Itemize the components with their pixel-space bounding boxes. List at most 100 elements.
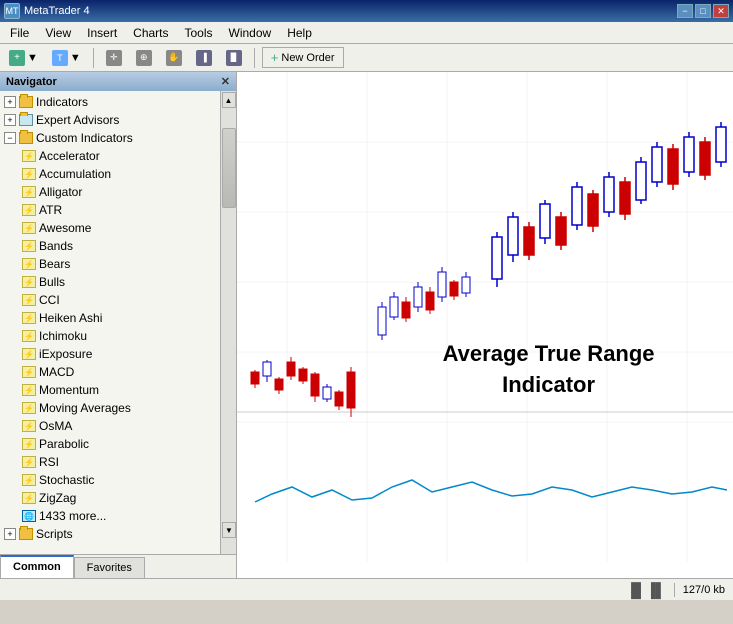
close-button[interactable]: ✕: [713, 4, 729, 18]
app-icon: MT: [4, 3, 20, 19]
atr-icon: ⚡: [22, 204, 36, 216]
toolbar-zoom-btn[interactable]: ⊕: [131, 47, 157, 69]
tree-row-awesome[interactable]: ⚡ Awesome: [0, 219, 236, 237]
expand-indicators-icon[interactable]: +: [4, 96, 16, 108]
crosshair-icon: ✛: [106, 50, 122, 66]
maximize-button[interactable]: □: [695, 4, 711, 18]
ci-folder-icon: [19, 132, 33, 144]
new-order-icon: +: [271, 50, 279, 65]
navigator-tree: + Indicators + Expert Advisors − Custom …: [0, 91, 236, 554]
menu-file[interactable]: File: [2, 24, 37, 42]
title-bar-left: MT MetaTrader 4: [4, 3, 90, 19]
tree-row-stochastic[interactable]: ⚡ Stochastic: [0, 471, 236, 489]
toolbar-pan-btn[interactable]: ✋: [161, 47, 187, 69]
tab-common[interactable]: Common: [0, 555, 74, 578]
tree-row-macd[interactable]: ⚡ MACD: [0, 363, 236, 381]
toolbar-arrow-down: ▼: [27, 52, 38, 64]
osma-label: OsMA: [39, 419, 72, 433]
parabolic-icon: ⚡: [22, 438, 36, 450]
expand-scripts-icon[interactable]: +: [4, 528, 16, 540]
accelerator-icon: ⚡: [22, 150, 36, 162]
menu-tools[interactable]: Tools: [177, 24, 221, 42]
toolbar-new-chart-btn[interactable]: + ▼: [4, 47, 43, 69]
cci-icon: ⚡: [22, 294, 36, 306]
scroll-down-btn[interactable]: ▼: [222, 522, 236, 538]
pan-icon: ✋: [166, 50, 182, 66]
tree-row-osma[interactable]: ⚡ OsMA: [0, 417, 236, 435]
ma-label: Moving Averages: [39, 401, 131, 415]
toolbar-crosshair-btn[interactable]: ✛: [101, 47, 127, 69]
toolbar-candle-btn[interactable]: ▉: [221, 47, 247, 69]
zigzag-icon: ⚡: [22, 492, 36, 504]
tree-row-heiken-ashi[interactable]: ⚡ Heiken Ashi: [0, 309, 236, 327]
menu-bar: File View Insert Charts Tools Window Hel…: [0, 22, 733, 44]
tree-row-expert-advisors[interactable]: + Expert Advisors: [0, 111, 236, 129]
tree-row-momentum[interactable]: ⚡ Momentum: [0, 381, 236, 399]
bears-label: Bears: [39, 257, 70, 271]
bulls-label: Bulls: [39, 275, 65, 289]
tree-row-more[interactable]: 🌐 1433 more...: [0, 507, 236, 525]
toolbar-bar-btn[interactable]: ▐: [191, 47, 217, 69]
toolbar-template-btn[interactable]: T ▼: [47, 47, 86, 69]
tree-row-scripts[interactable]: + Scripts: [0, 525, 236, 543]
ci-label: Custom Indicators: [36, 131, 133, 145]
scroll-thumb[interactable]: [222, 128, 236, 208]
tree-row-accumulation[interactable]: ⚡ Accumulation: [0, 165, 236, 183]
zoom-icon: ⊕: [136, 50, 152, 66]
chart-area[interactable]: Average True Range Indicator: [237, 72, 733, 578]
navigator-close-button[interactable]: ✕: [221, 75, 230, 88]
expand-ea-icon[interactable]: +: [4, 114, 16, 126]
tree-row-bulls[interactable]: ⚡ Bulls: [0, 273, 236, 291]
window-controls[interactable]: − □ ✕: [677, 4, 729, 18]
tree-row-rsi[interactable]: ⚡ RSI: [0, 453, 236, 471]
tree-row-bands[interactable]: ⚡ Bands: [0, 237, 236, 255]
stochastic-icon: ⚡: [22, 474, 36, 486]
tree-row-custom-indicators[interactable]: − Custom Indicators: [0, 129, 236, 147]
more-icon: 🌐: [22, 510, 36, 522]
bulls-icon: ⚡: [22, 276, 36, 288]
accelerator-label: Accelerator: [39, 149, 100, 163]
status-bar: ▐▌▐▌ 127/0 kb: [0, 578, 733, 600]
rsi-label: RSI: [39, 455, 59, 469]
indicators-label: Indicators: [36, 95, 88, 109]
tree-row-moving-averages[interactable]: ⚡ Moving Averages: [0, 399, 236, 417]
menu-window[interactable]: Window: [221, 24, 280, 42]
tree-row-ichimoku[interactable]: ⚡ Ichimoku: [0, 327, 236, 345]
tree-row-cci[interactable]: ⚡ CCI: [0, 291, 236, 309]
iexposure-label: iExposure: [39, 347, 92, 361]
menu-insert[interactable]: Insert: [79, 24, 125, 42]
tree-row-parabolic[interactable]: ⚡ Parabolic: [0, 435, 236, 453]
menu-charts[interactable]: Charts: [125, 24, 176, 42]
ichimoku-label: Ichimoku: [39, 329, 87, 343]
navigator-scrollbar[interactable]: ▲ ▼: [220, 91, 236, 554]
scroll-up-btn[interactable]: ▲: [222, 92, 236, 108]
bands-label: Bands: [39, 239, 73, 253]
iexposure-icon: ⚡: [22, 348, 36, 360]
indicators-folder-icon: [19, 96, 33, 108]
minimize-button[interactable]: −: [677, 4, 693, 18]
tree-row-atr[interactable]: ⚡ ATR: [0, 201, 236, 219]
tree-row-iexposure[interactable]: ⚡ iExposure: [0, 345, 236, 363]
tree-row-indicators[interactable]: + Indicators: [0, 93, 236, 111]
tree-row-bears[interactable]: ⚡ Bears: [0, 255, 236, 273]
status-bars-icon: ▐▌▐▌: [626, 582, 666, 598]
tab-favorites[interactable]: Favorites: [74, 557, 145, 578]
new-chart-icon: +: [9, 50, 25, 66]
bears-icon: ⚡: [22, 258, 36, 270]
accumulation-label: Accumulation: [39, 167, 111, 181]
rsi-icon: ⚡: [22, 456, 36, 468]
tree-row-alligator[interactable]: ⚡ Alligator: [0, 183, 236, 201]
tree-row-zigzag[interactable]: ⚡ ZigZag: [0, 489, 236, 507]
template-icon: T: [52, 50, 68, 66]
toolbar-arrow-down2: ▼: [70, 52, 81, 64]
status-memory: 127/0 kb: [683, 584, 725, 596]
menu-view[interactable]: View: [37, 24, 79, 42]
awesome-icon: ⚡: [22, 222, 36, 234]
menu-help[interactable]: Help: [279, 24, 320, 42]
new-order-button[interactable]: + New Order: [262, 47, 344, 68]
tree-row-accelerator[interactable]: ⚡ Accelerator: [0, 147, 236, 165]
expand-ci-icon[interactable]: −: [4, 132, 16, 144]
cci-label: CCI: [39, 293, 60, 307]
toolbar-sep1: [93, 48, 94, 68]
window-title: MetaTrader 4: [24, 5, 90, 17]
